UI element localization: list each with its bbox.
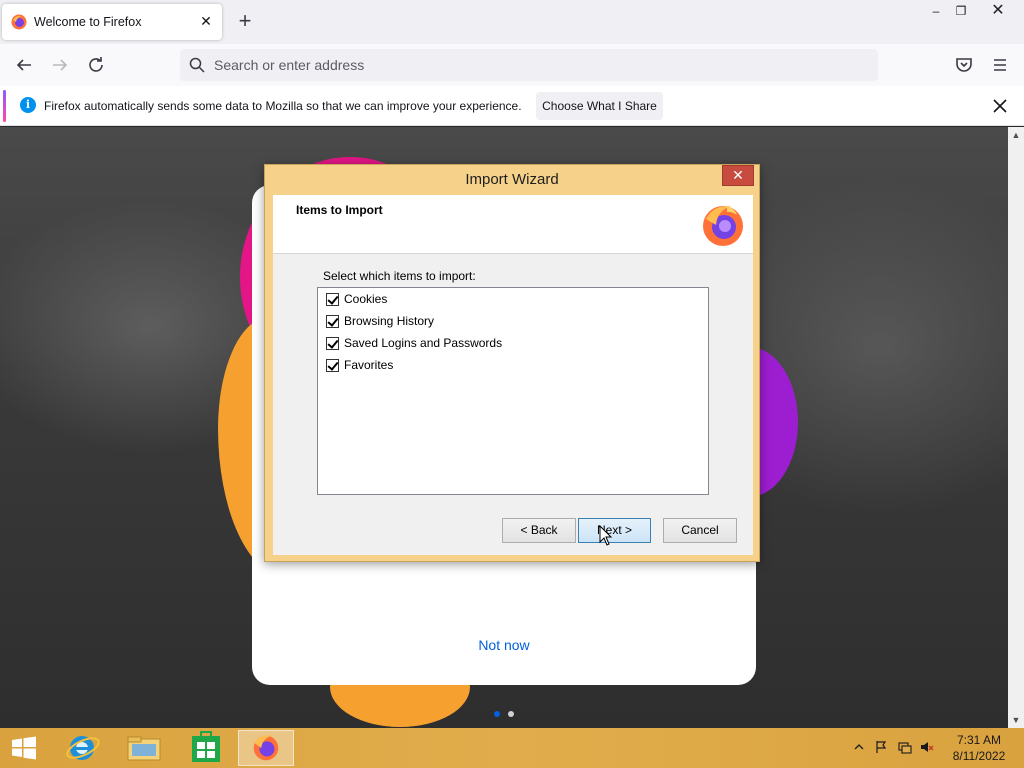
windows-start-icon[interactable] — [4, 730, 44, 766]
back-button[interactable]: < Back — [502, 518, 576, 543]
search-icon — [189, 57, 205, 73]
pocket-icon[interactable] — [952, 53, 976, 77]
pager-dot-active[interactable] — [494, 711, 500, 717]
nav-bar — [0, 44, 1024, 86]
not-now-link[interactable]: Not now — [252, 637, 756, 653]
checkbox-checked[interactable] — [326, 293, 339, 306]
network-icon[interactable] — [898, 740, 912, 754]
notification-text: Firefox automatically sends some data to… — [44, 99, 522, 113]
dialog-body: Items to Import Select which items to im… — [273, 195, 753, 555]
checkbox-checked[interactable] — [326, 337, 339, 350]
taskbar-clock[interactable]: 7:31 AM 8/11/2022 — [946, 732, 1012, 764]
notification-accent — [3, 90, 6, 122]
dialog-title: Import Wizard — [465, 171, 559, 188]
cancel-button[interactable]: Cancel — [663, 518, 737, 543]
url-bar[interactable] — [180, 49, 878, 81]
taskbar: 7:31 AM 8/11/2022 — [0, 728, 1024, 768]
next-button[interactable]: Next > — [578, 518, 651, 543]
choose-what-i-share-button[interactable]: Choose What I Share — [536, 92, 663, 120]
notification-bar: i Firefox automatically sends some data … — [0, 86, 1024, 126]
firefox-favicon-icon — [11, 14, 27, 30]
page-scrollbar[interactable]: ▲ ▼ — [1008, 127, 1024, 728]
tab-bar: Welcome to Firefox ✕ + – ❐ ✕ — [0, 0, 1024, 44]
internet-explorer-icon[interactable] — [56, 730, 112, 766]
firefox-logo-icon — [703, 205, 743, 246]
dialog-header: Items to Import — [273, 195, 753, 254]
tab-title: Welcome to Firefox — [34, 15, 142, 29]
checkbox-checked[interactable] — [326, 315, 339, 328]
scroll-up-arrow-icon[interactable]: ▲ — [1008, 127, 1024, 143]
volume-muted-icon[interactable] — [920, 740, 934, 754]
scroll-down-arrow-icon[interactable]: ▼ — [1008, 712, 1024, 728]
firefox-taskbar-icon[interactable] — [238, 730, 294, 766]
action-center-flag-icon[interactable] — [874, 740, 888, 754]
close-notification-icon[interactable] — [990, 96, 1010, 116]
tab-close-icon[interactable]: ✕ — [198, 13, 214, 29]
mouse-cursor-icon — [599, 525, 613, 546]
checkbox-checked[interactable] — [326, 359, 339, 372]
reload-icon[interactable] — [84, 53, 108, 77]
file-explorer-icon[interactable] — [116, 730, 172, 766]
menu-hamburger-icon[interactable] — [988, 53, 1012, 77]
import-prompt: Select which items to import: — [323, 269, 476, 283]
address-input[interactable] — [214, 49, 814, 81]
back-arrow-icon[interactable] — [12, 53, 36, 77]
tab-welcome[interactable]: Welcome to Firefox ✕ — [2, 4, 222, 40]
dialog-close-button[interactable]: ✕ — [722, 165, 754, 186]
info-icon: i — [20, 97, 36, 113]
forward-arrow-icon[interactable] — [48, 53, 72, 77]
import-item-label: Cookies — [344, 292, 388, 306]
import-item-label: Favorites — [344, 358, 394, 372]
import-items-list: Cookies Browsing History Saved Logins an… — [317, 287, 709, 495]
pager-dot-inactive[interactable] — [508, 711, 514, 717]
close-window-button[interactable]: ✕ — [972, 0, 1024, 22]
dialog-header-title: Items to Import — [296, 203, 383, 217]
import-wizard-dialog: Import Wizard ✕ Items to Import Select w… — [264, 164, 760, 562]
clock-date: 8/11/2022 — [952, 749, 1006, 763]
import-item-label: Saved Logins and Passwords — [344, 336, 503, 350]
new-tab-button[interactable]: + — [234, 10, 256, 33]
store-icon[interactable] — [178, 730, 234, 766]
import-item-label: Browsing History — [344, 314, 435, 328]
clock-time: 7:31 AM — [956, 733, 1002, 747]
show-hidden-icons-icon[interactable] — [852, 740, 866, 754]
